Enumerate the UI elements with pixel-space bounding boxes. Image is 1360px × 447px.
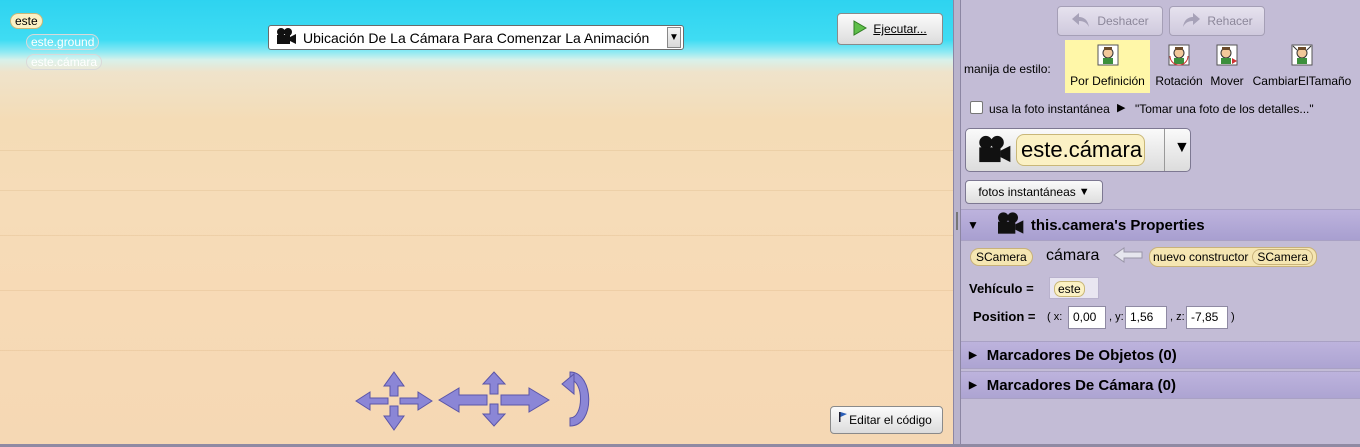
position-close: ) bbox=[1231, 311, 1235, 323]
position-z-label: , z: bbox=[1170, 311, 1185, 323]
scene-tree-root[interactable]: este bbox=[10, 13, 43, 29]
undo-button[interactable]: Deshacer bbox=[1057, 6, 1163, 36]
dropdown-arrow-icon: ▼ bbox=[1078, 186, 1090, 198]
vehicle-field[interactable]: este bbox=[1049, 277, 1099, 299]
handle-style-resize[interactable]: CambiarElTamaño bbox=[1247, 40, 1357, 93]
move-camera-xy-icon[interactable] bbox=[437, 370, 551, 428]
properties-panel: Deshacer Rehacer manija de estilo: Por D… bbox=[961, 0, 1360, 447]
run-button[interactable]: Ejecutar... bbox=[837, 13, 943, 45]
position-open: ( x: bbox=[1047, 311, 1063, 323]
handle-style-default[interactable]: Por Definición bbox=[1065, 40, 1150, 93]
position-label: Position = bbox=[973, 309, 1036, 324]
snapshot-checkbox[interactable] bbox=[970, 101, 983, 114]
play-icon bbox=[853, 19, 868, 39]
person-resize-icon bbox=[1291, 44, 1313, 66]
position-x-input[interactable]: 0,00 bbox=[1068, 306, 1106, 329]
scene-viewport[interactable]: este este.ground este.cámara Ubicación D… bbox=[0, 0, 953, 447]
camera-icon bbox=[995, 211, 1025, 239]
camera-icon bbox=[976, 134, 1012, 167]
camera-icon bbox=[275, 27, 297, 48]
expand-triangle-icon: ▶ bbox=[969, 379, 977, 391]
splitter-grip-icon[interactable] bbox=[956, 212, 958, 230]
vehicle-value: este bbox=[1054, 281, 1085, 297]
object-markers-section[interactable]: ▶ Marcadores De Objetos (0) bbox=[961, 341, 1360, 369]
handle-resize-label: CambiarElTamaño bbox=[1252, 74, 1352, 88]
flag-icon bbox=[838, 411, 848, 425]
run-label: Ejecutar... bbox=[873, 22, 927, 36]
handle-rotate-label: Rotación bbox=[1155, 74, 1203, 88]
position-y-input[interactable]: 1,56 bbox=[1125, 306, 1167, 329]
camera-markers-section[interactable]: ▶ Marcadores De Cámara (0) bbox=[961, 371, 1360, 399]
object-markers-label: Marcadores De Objetos (0) bbox=[986, 346, 1177, 364]
properties-section-header[interactable]: ▼ this.camera's Properties bbox=[961, 209, 1360, 241]
dropdown-arrow-icon: ▼ bbox=[1174, 139, 1190, 156]
panel-splitter[interactable] bbox=[953, 0, 961, 447]
camera-marker-label: Ubicación De La Cámara Para Comenzar La … bbox=[303, 29, 650, 46]
undo-label: Deshacer bbox=[1097, 14, 1149, 28]
selected-object-dropdown[interactable]: este.cámara ▼ bbox=[965, 128, 1191, 172]
position-z-input[interactable]: -7,85 bbox=[1186, 306, 1228, 329]
snapshots-label: fotos instantáneas bbox=[978, 185, 1076, 199]
person-move-icon bbox=[1216, 44, 1238, 66]
edit-code-label: Editar el código bbox=[849, 413, 932, 427]
properties-title: this.camera's Properties bbox=[1030, 216, 1205, 234]
scene-tree-ground[interactable]: este.ground bbox=[26, 34, 100, 50]
redo-icon bbox=[1181, 11, 1201, 32]
person-rotate-icon bbox=[1168, 44, 1190, 66]
type-tag[interactable]: SCamera bbox=[970, 248, 1033, 266]
handle-style-rotate[interactable]: Rotación bbox=[1151, 40, 1207, 93]
position-y-label: , y: bbox=[1109, 311, 1124, 323]
camera-marker-select[interactable]: Ubicación De La Cámara Para Comenzar La … bbox=[268, 25, 684, 50]
redo-label: Rehacer bbox=[1207, 14, 1253, 28]
handle-move-label: Mover bbox=[1210, 74, 1244, 88]
snapshots-button[interactable]: fotos instantáneas ▼ bbox=[965, 180, 1103, 204]
constructor-tag[interactable]: nuevo constructor SCamera bbox=[1149, 247, 1318, 267]
assign-arrow-icon bbox=[1113, 247, 1143, 263]
move-camera-xz-icon[interactable] bbox=[354, 370, 434, 432]
camera-markers-label: Marcadores De Cámara (0) bbox=[986, 376, 1176, 394]
collapse-triangle-icon: ▼ bbox=[967, 218, 979, 232]
person-default-icon bbox=[1097, 44, 1118, 66]
vehicle-label: Vehículo = bbox=[969, 281, 1034, 296]
redo-button[interactable]: Rehacer bbox=[1169, 6, 1265, 36]
selected-object-name: este.cámara bbox=[1016, 134, 1146, 166]
rotate-camera-icon[interactable] bbox=[560, 368, 598, 430]
constructor-type: SCamera bbox=[1252, 249, 1314, 265]
handle-default-label: Por Definición bbox=[1070, 74, 1145, 88]
scene-tree-camera[interactable]: este.cámara bbox=[26, 54, 103, 70]
edit-code-button[interactable]: Editar el código bbox=[830, 406, 943, 434]
handle-style-move[interactable]: Mover bbox=[1207, 40, 1247, 93]
undo-icon bbox=[1071, 11, 1091, 32]
dropdown-divider bbox=[1164, 129, 1165, 171]
dropdown-arrow-icon: ▼ bbox=[667, 27, 681, 48]
snapshot-checkbox-label: usa la foto instantánea bbox=[989, 102, 1110, 116]
snapshot-hint: "Tomar una foto de los detalles..." bbox=[1135, 102, 1314, 116]
play-arrow-icon: ▶ bbox=[1117, 102, 1126, 114]
expand-triangle-icon: ▶ bbox=[969, 349, 977, 361]
constructor-label: nuevo constructor bbox=[1153, 250, 1249, 264]
variable-name[interactable]: cámara bbox=[1046, 247, 1099, 265]
handle-style-label: manija de estilo: bbox=[964, 62, 1051, 76]
